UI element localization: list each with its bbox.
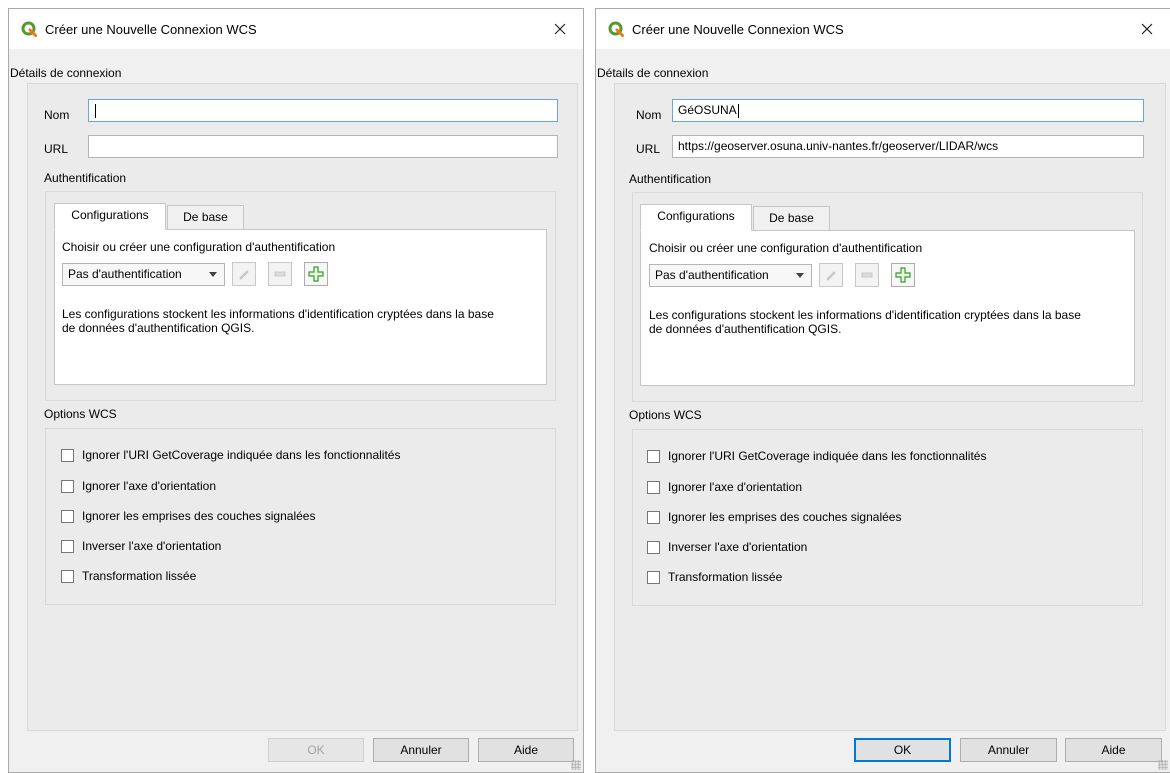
checkbox[interactable] — [61, 539, 74, 553]
auth-info-line1: Les configurations stockent les informat… — [62, 307, 494, 321]
resize-grip[interactable] — [1158, 760, 1168, 770]
checkbox[interactable] — [61, 479, 74, 493]
option-label: Ignorer l'axe d'orientation — [82, 479, 216, 493]
option-label: Ignorer les emprises des couches signalé… — [82, 509, 316, 523]
chevron-down-icon — [796, 273, 804, 278]
option-label: Inverser l'axe d'orientation — [82, 539, 222, 553]
url-input[interactable] — [88, 135, 558, 158]
title-bar[interactable]: Créer une Nouvelle Connexion WCS — [596, 9, 1170, 49]
auth-config-selected: Pas d'authentification — [68, 267, 182, 281]
option-checkbox[interactable]: Ignorer l'axe d'orientation — [647, 479, 802, 495]
option-label: Inverser l'axe d'orientation — [668, 540, 808, 554]
option-checkbox[interactable]: Inverser l'axe d'orientation — [647, 539, 807, 555]
name-label: Nom — [44, 108, 70, 122]
auth-config-selected: Pas d'authentification — [655, 268, 769, 282]
name-value: GéOSUNA — [678, 103, 737, 117]
auth-config-select[interactable]: Pas d'authentification — [649, 264, 812, 287]
option-checkbox[interactable]: Inverser l'axe d'orientation — [61, 538, 221, 554]
edit-config-button[interactable] — [232, 262, 256, 286]
auth-prompt: Choisir ou créer une configuration d'aut… — [649, 241, 923, 255]
auth-info-line2: de données d'authentification QGIS. — [62, 321, 255, 335]
remove-config-button[interactable] — [855, 263, 879, 287]
remove-icon — [861, 272, 873, 278]
authentication-title: Authentification — [44, 171, 127, 185]
wcs-connection-dialog-filled: Créer une Nouvelle Connexion WCS Détails… — [595, 8, 1170, 773]
add-plus-icon — [895, 267, 911, 283]
ok-button[interactable]: OK — [268, 738, 364, 762]
name-input[interactable] — [88, 99, 558, 122]
pencil-icon — [239, 270, 249, 280]
checkbox[interactable] — [647, 449, 660, 463]
add-config-button[interactable] — [891, 263, 915, 287]
checkbox[interactable] — [61, 569, 74, 583]
option-label: Transformation lissée — [668, 570, 783, 584]
close-button[interactable] — [1124, 9, 1170, 49]
url-input[interactable]: https://geoserver.osuna.univ-nantes.fr/g… — [672, 135, 1144, 158]
option-checkbox[interactable]: Transformation lissée — [61, 568, 196, 584]
close-icon — [554, 23, 566, 35]
remove-icon — [274, 271, 286, 277]
help-button[interactable]: Aide — [1065, 738, 1162, 762]
tab-configurations[interactable]: Configurations — [640, 204, 752, 231]
option-checkbox[interactable]: Ignorer les emprises des couches signalé… — [647, 509, 901, 525]
option-checkbox[interactable]: Ignorer les emprises des couches signalé… — [61, 508, 315, 524]
option-label: Ignorer l'URI GetCoverage indiquée dans … — [668, 449, 987, 463]
cancel-button[interactable]: Annuler — [960, 738, 1057, 762]
connection-details-title: Détails de connexion — [597, 66, 709, 80]
add-config-button[interactable] — [304, 262, 328, 286]
option-checkbox[interactable]: Ignorer l'URI GetCoverage indiquée dans … — [61, 447, 400, 463]
checkbox[interactable] — [647, 570, 660, 584]
option-checkbox[interactable]: Ignorer l'axe d'orientation — [61, 478, 216, 494]
auth-info-line2: de données d'authentification QGIS. — [649, 322, 842, 336]
close-button[interactable] — [537, 9, 583, 49]
dialog-title: Créer une Nouvelle Connexion WCS — [45, 22, 257, 37]
option-checkbox[interactable]: Ignorer l'URI GetCoverage indiquée dans … — [647, 448, 986, 464]
qgis-logo-icon — [21, 21, 37, 37]
wcs-options-title: Options WCS — [44, 407, 117, 421]
tab-configurations[interactable]: Configurations — [54, 203, 166, 230]
authentication-title: Authentification — [629, 172, 712, 186]
option-label: Ignorer l'URI GetCoverage indiquée dans … — [82, 448, 401, 462]
resize-grip[interactable] — [571, 760, 581, 770]
checkbox[interactable] — [647, 480, 660, 494]
remove-config-button[interactable] — [268, 262, 292, 286]
text-caret — [737, 103, 739, 118]
edit-config-button[interactable] — [819, 263, 843, 287]
wcs-connection-dialog-empty: Créer une Nouvelle Connexion WCS Détails… — [8, 8, 584, 773]
chevron-down-icon — [209, 272, 217, 277]
url-label: URL — [44, 142, 69, 156]
checkbox[interactable] — [647, 540, 660, 554]
ok-button[interactable]: OK — [854, 738, 951, 762]
name-input[interactable]: GéOSUNA — [672, 99, 1144, 122]
url-value: https://geoserver.osuna.univ-nantes.fr/g… — [678, 139, 999, 153]
help-button[interactable]: Aide — [478, 738, 574, 762]
auth-prompt: Choisir ou créer une configuration d'aut… — [62, 240, 336, 254]
pencil-icon — [826, 271, 836, 281]
option-label: Transformation lissée — [82, 569, 197, 583]
text-caret — [95, 103, 96, 118]
name-label: Nom — [636, 108, 662, 122]
close-icon — [1141, 23, 1153, 35]
title-bar[interactable]: Créer une Nouvelle Connexion WCS — [9, 9, 583, 49]
option-checkbox[interactable]: Transformation lissée — [647, 569, 782, 585]
auth-info-line1: Les configurations stockent les informat… — [649, 308, 1081, 322]
connection-details-title: Détails de connexion — [10, 66, 122, 80]
checkbox[interactable] — [61, 448, 74, 462]
add-plus-icon — [308, 266, 324, 282]
option-label: Ignorer les emprises des couches signalé… — [668, 510, 902, 524]
checkbox[interactable] — [647, 510, 660, 524]
option-label: Ignorer l'axe d'orientation — [668, 480, 802, 494]
cancel-button[interactable]: Annuler — [373, 738, 469, 762]
qgis-logo-icon — [608, 21, 624, 37]
tab-de-base[interactable]: De base — [753, 206, 830, 231]
url-label: URL — [636, 142, 661, 156]
tab-de-base[interactable]: De base — [167, 205, 244, 230]
auth-config-select[interactable]: Pas d'authentification — [62, 263, 225, 286]
dialog-title: Créer une Nouvelle Connexion WCS — [632, 22, 844, 37]
wcs-options-title: Options WCS — [629, 408, 702, 422]
checkbox[interactable] — [61, 509, 74, 523]
